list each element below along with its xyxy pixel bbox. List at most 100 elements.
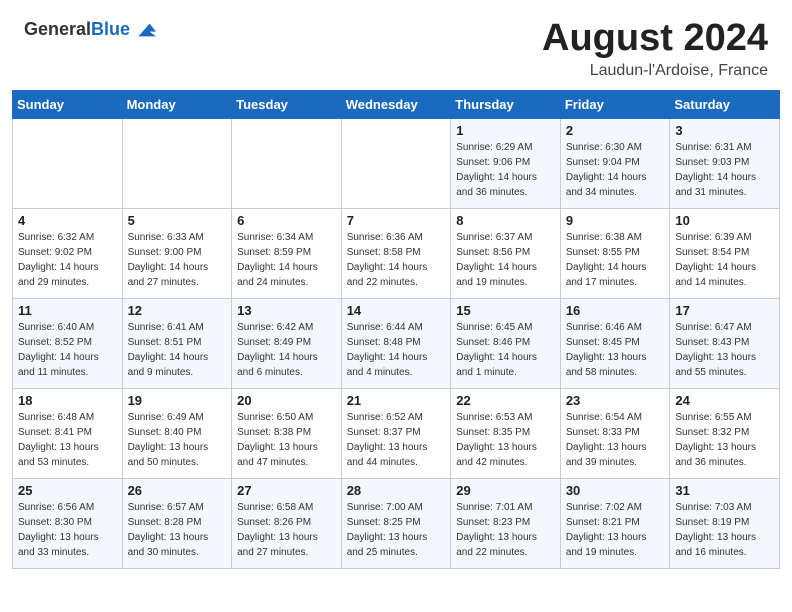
- day-number: 10: [675, 213, 774, 228]
- calendar-day-cell: 3Sunrise: 6:31 AM Sunset: 9:03 PM Daylig…: [670, 118, 780, 208]
- calendar-day-cell: 15Sunrise: 6:45 AM Sunset: 8:46 PM Dayli…: [451, 298, 561, 388]
- day-number: 11: [18, 303, 117, 318]
- calendar-day-cell: 2 Sunrise: 6:30 AM Sunset: 9:04 PM Daylig…: [560, 118, 670, 208]
- day-number: 8: [456, 213, 555, 228]
- day-number: 21: [347, 393, 446, 408]
- day-info: Sunrise: 6:34 AM Sunset: 8:59 PM Dayligh…: [237, 230, 336, 290]
- day-info: Sunrise: 7:01 AM Sunset: 8:23 PM Dayligh…: [456, 500, 555, 560]
- day-number: 9: [566, 213, 665, 228]
- day-number: 2: [566, 123, 665, 138]
- calendar-day-cell: 25Sunrise: 6:56 AM Sunset: 8:30 PM Dayli…: [13, 478, 123, 568]
- day-info: Sunrise: 6:33 AM Sunset: 9:00 PM Dayligh…: [128, 230, 227, 290]
- day-info: Sunrise: 6:30 AM Sunset: 9:04 PM Dayligh…: [566, 140, 665, 200]
- calendar-day-cell: [341, 118, 451, 208]
- logo: GeneralBlue: [24, 18, 156, 42]
- calendar-day-cell: 31 Sunrise: 7:03 AM Sunset: 8:19 PM Dayli…: [670, 478, 780, 568]
- day-number: 23: [566, 393, 665, 408]
- month-year: August 2024: [542, 18, 768, 60]
- page-header: GeneralBlue August 2024 Laudun-l'Ardoise…: [0, 0, 792, 90]
- day-info: Sunrise: 6:32 AM Sunset: 9:02 PM Dayligh…: [18, 230, 117, 290]
- day-info: Sunrise: 6:44 AM Sunset: 8:48 PM Dayligh…: [347, 320, 446, 380]
- calendar-day-cell: 28 Sunrise: 7:00 AM Sunset: 8:25 PM Dayli…: [341, 478, 451, 568]
- calendar-day-cell: 11 Sunrise: 6:40 AM Sunset: 8:52 PM Dayli…: [13, 298, 123, 388]
- day-info: Sunrise: 6:47 AM Sunset: 8:43 PM Dayligh…: [675, 320, 774, 380]
- day-number: 1: [456, 123, 555, 138]
- day-of-week-header: Sunday: [13, 90, 123, 118]
- day-info: Sunrise: 6:46 AM Sunset: 8:45 PM Dayligh…: [566, 320, 665, 380]
- day-number: 16: [566, 303, 665, 318]
- calendar-week-row: 25Sunrise: 6:56 AM Sunset: 8:30 PM Dayli…: [13, 478, 780, 568]
- day-number: 14: [347, 303, 446, 318]
- calendar-day-cell: [13, 118, 123, 208]
- calendar-day-cell: 4Sunrise: 6:32 AM Sunset: 9:02 PM Daylig…: [13, 208, 123, 298]
- calendar-day-cell: 19Sunrise: 6:49 AM Sunset: 8:40 PM Dayli…: [122, 388, 232, 478]
- day-number: 28: [347, 483, 446, 498]
- day-info: Sunrise: 6:45 AM Sunset: 8:46 PM Dayligh…: [456, 320, 555, 380]
- day-info: Sunrise: 6:31 AM Sunset: 9:03 PM Dayligh…: [675, 140, 774, 200]
- logo-icon: [132, 18, 156, 42]
- logo-blue: Blue: [91, 19, 130, 39]
- day-number: 5: [128, 213, 227, 228]
- calendar-day-cell: 18 Sunrise: 6:48 AM Sunset: 8:41 PM Dayli…: [13, 388, 123, 478]
- day-number: 24: [675, 393, 774, 408]
- day-info: Sunrise: 6:52 AM Sunset: 8:37 PM Dayligh…: [347, 410, 446, 470]
- calendar-day-cell: 9 Sunrise: 6:38 AM Sunset: 8:55 PM Daylig…: [560, 208, 670, 298]
- day-info: Sunrise: 6:29 AM Sunset: 9:06 PM Dayligh…: [456, 140, 555, 200]
- day-info: Sunrise: 6:39 AM Sunset: 8:54 PM Dayligh…: [675, 230, 774, 290]
- calendar-day-cell: 6 Sunrise: 6:34 AM Sunset: 8:59 PM Daylig…: [232, 208, 342, 298]
- calendar-body: 1 Sunrise: 6:29 AM Sunset: 9:06 PM Daylig…: [13, 118, 780, 568]
- day-of-week-header: Saturday: [670, 90, 780, 118]
- title-block: August 2024 Laudun-l'Ardoise, France: [542, 18, 768, 80]
- day-number: 25: [18, 483, 117, 498]
- day-of-week-header: Monday: [122, 90, 232, 118]
- day-info: Sunrise: 7:02 AM Sunset: 8:21 PM Dayligh…: [566, 500, 665, 560]
- calendar-day-cell: 7 Sunrise: 6:36 AM Sunset: 8:58 PM Daylig…: [341, 208, 451, 298]
- calendar-day-cell: 23 Sunrise: 6:54 AM Sunset: 8:33 PM Dayli…: [560, 388, 670, 478]
- day-info: Sunrise: 6:38 AM Sunset: 8:55 PM Dayligh…: [566, 230, 665, 290]
- day-info: Sunrise: 6:41 AM Sunset: 8:51 PM Dayligh…: [128, 320, 227, 380]
- day-info: Sunrise: 6:57 AM Sunset: 8:28 PM Dayligh…: [128, 500, 227, 560]
- calendar-day-cell: 16 Sunrise: 6:46 AM Sunset: 8:45 PM Dayli…: [560, 298, 670, 388]
- day-number: 31: [675, 483, 774, 498]
- day-number: 6: [237, 213, 336, 228]
- day-info: Sunrise: 6:37 AM Sunset: 8:56 PM Dayligh…: [456, 230, 555, 290]
- day-header-row: SundayMondayTuesdayWednesdayThursdayFrid…: [13, 90, 780, 118]
- day-info: Sunrise: 6:36 AM Sunset: 8:58 PM Dayligh…: [347, 230, 446, 290]
- day-number: 30: [566, 483, 665, 498]
- day-number: 7: [347, 213, 446, 228]
- day-number: 20: [237, 393, 336, 408]
- day-number: 18: [18, 393, 117, 408]
- day-number: 29: [456, 483, 555, 498]
- calendar-day-cell: 17Sunrise: 6:47 AM Sunset: 8:43 PM Dayli…: [670, 298, 780, 388]
- day-info: Sunrise: 6:50 AM Sunset: 8:38 PM Dayligh…: [237, 410, 336, 470]
- day-info: Sunrise: 6:54 AM Sunset: 8:33 PM Dayligh…: [566, 410, 665, 470]
- calendar-day-cell: 1 Sunrise: 6:29 AM Sunset: 9:06 PM Daylig…: [451, 118, 561, 208]
- calendar-week-row: 11 Sunrise: 6:40 AM Sunset: 8:52 PM Dayli…: [13, 298, 780, 388]
- calendar-day-cell: 29 Sunrise: 7:01 AM Sunset: 8:23 PM Dayli…: [451, 478, 561, 568]
- day-of-week-header: Tuesday: [232, 90, 342, 118]
- day-number: 22: [456, 393, 555, 408]
- calendar-table: SundayMondayTuesdayWednesdayThursdayFrid…: [12, 90, 780, 569]
- day-info: Sunrise: 6:55 AM Sunset: 8:32 PM Dayligh…: [675, 410, 774, 470]
- calendar-day-cell: 22Sunrise: 6:53 AM Sunset: 8:35 PM Dayli…: [451, 388, 561, 478]
- day-info: Sunrise: 6:40 AM Sunset: 8:52 PM Dayligh…: [18, 320, 117, 380]
- day-number: 27: [237, 483, 336, 498]
- calendar-day-cell: 26Sunrise: 6:57 AM Sunset: 8:28 PM Dayli…: [122, 478, 232, 568]
- calendar-day-cell: [232, 118, 342, 208]
- calendar-day-cell: 14 Sunrise: 6:44 AM Sunset: 8:48 PM Dayli…: [341, 298, 451, 388]
- day-of-week-header: Friday: [560, 90, 670, 118]
- calendar-week-row: 1 Sunrise: 6:29 AM Sunset: 9:06 PM Daylig…: [13, 118, 780, 208]
- day-info: Sunrise: 6:58 AM Sunset: 8:26 PM Dayligh…: [237, 500, 336, 560]
- day-info: Sunrise: 7:03 AM Sunset: 8:19 PM Dayligh…: [675, 500, 774, 560]
- day-number: 13: [237, 303, 336, 318]
- day-number: 12: [128, 303, 227, 318]
- calendar-week-row: 4Sunrise: 6:32 AM Sunset: 9:02 PM Daylig…: [13, 208, 780, 298]
- day-of-week-header: Thursday: [451, 90, 561, 118]
- day-info: Sunrise: 7:00 AM Sunset: 8:25 PM Dayligh…: [347, 500, 446, 560]
- calendar-header: SundayMondayTuesdayWednesdayThursdayFrid…: [13, 90, 780, 118]
- calendar-day-cell: 20 Sunrise: 6:50 AM Sunset: 8:38 PM Dayli…: [232, 388, 342, 478]
- day-info: Sunrise: 6:49 AM Sunset: 8:40 PM Dayligh…: [128, 410, 227, 470]
- calendar-day-cell: 8 Sunrise: 6:37 AM Sunset: 8:56 PM Daylig…: [451, 208, 561, 298]
- location: Laudun-l'Ardoise, France: [542, 62, 768, 80]
- day-info: Sunrise: 6:48 AM Sunset: 8:41 PM Dayligh…: [18, 410, 117, 470]
